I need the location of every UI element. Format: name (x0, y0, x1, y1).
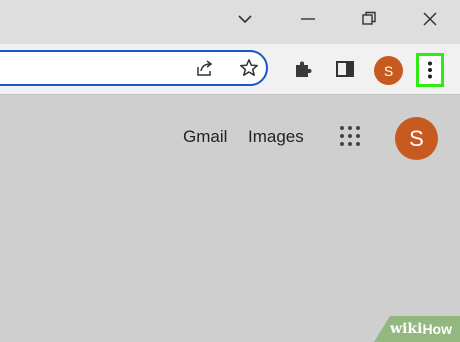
minimize-button[interactable] (293, 6, 323, 32)
close-icon (423, 12, 437, 26)
side-panel-button[interactable] (334, 58, 356, 80)
chrome-menu-button[interactable] (416, 53, 444, 87)
chevron-down-icon (238, 15, 252, 24)
kebab-menu-icon (428, 61, 432, 79)
address-bar[interactable] (0, 50, 268, 86)
apps-grid-icon[interactable] (340, 126, 362, 148)
puzzle-icon (296, 61, 312, 77)
extensions-button[interactable] (292, 58, 314, 80)
share-icon (197, 60, 213, 76)
title-bar (0, 0, 460, 44)
side-panel-icon (336, 61, 354, 77)
browser-window: S Gmail Images S wiki How (0, 0, 460, 342)
profile-initial: S (383, 62, 394, 79)
bookmark-button[interactable] (238, 57, 260, 79)
images-link[interactable]: Images (248, 127, 304, 147)
watermark-prefix: wiki (390, 321, 423, 337)
account-avatar[interactable]: S (395, 117, 438, 160)
browser-toolbar: S (0, 44, 460, 95)
gmail-link[interactable]: Gmail (183, 127, 227, 147)
page-content: Gmail Images S (0, 95, 460, 342)
restore-icon (362, 11, 376, 25)
restore-button[interactable] (354, 6, 384, 32)
account-initial: S (409, 125, 424, 151)
tab-search-button[interactable] (230, 6, 260, 32)
close-button[interactable] (415, 6, 445, 32)
profile-button[interactable]: S (374, 56, 403, 85)
watermark-suffix: How (422, 321, 452, 337)
star-icon (239, 59, 259, 76)
share-button[interactable] (194, 58, 216, 78)
minimize-icon (301, 18, 315, 20)
